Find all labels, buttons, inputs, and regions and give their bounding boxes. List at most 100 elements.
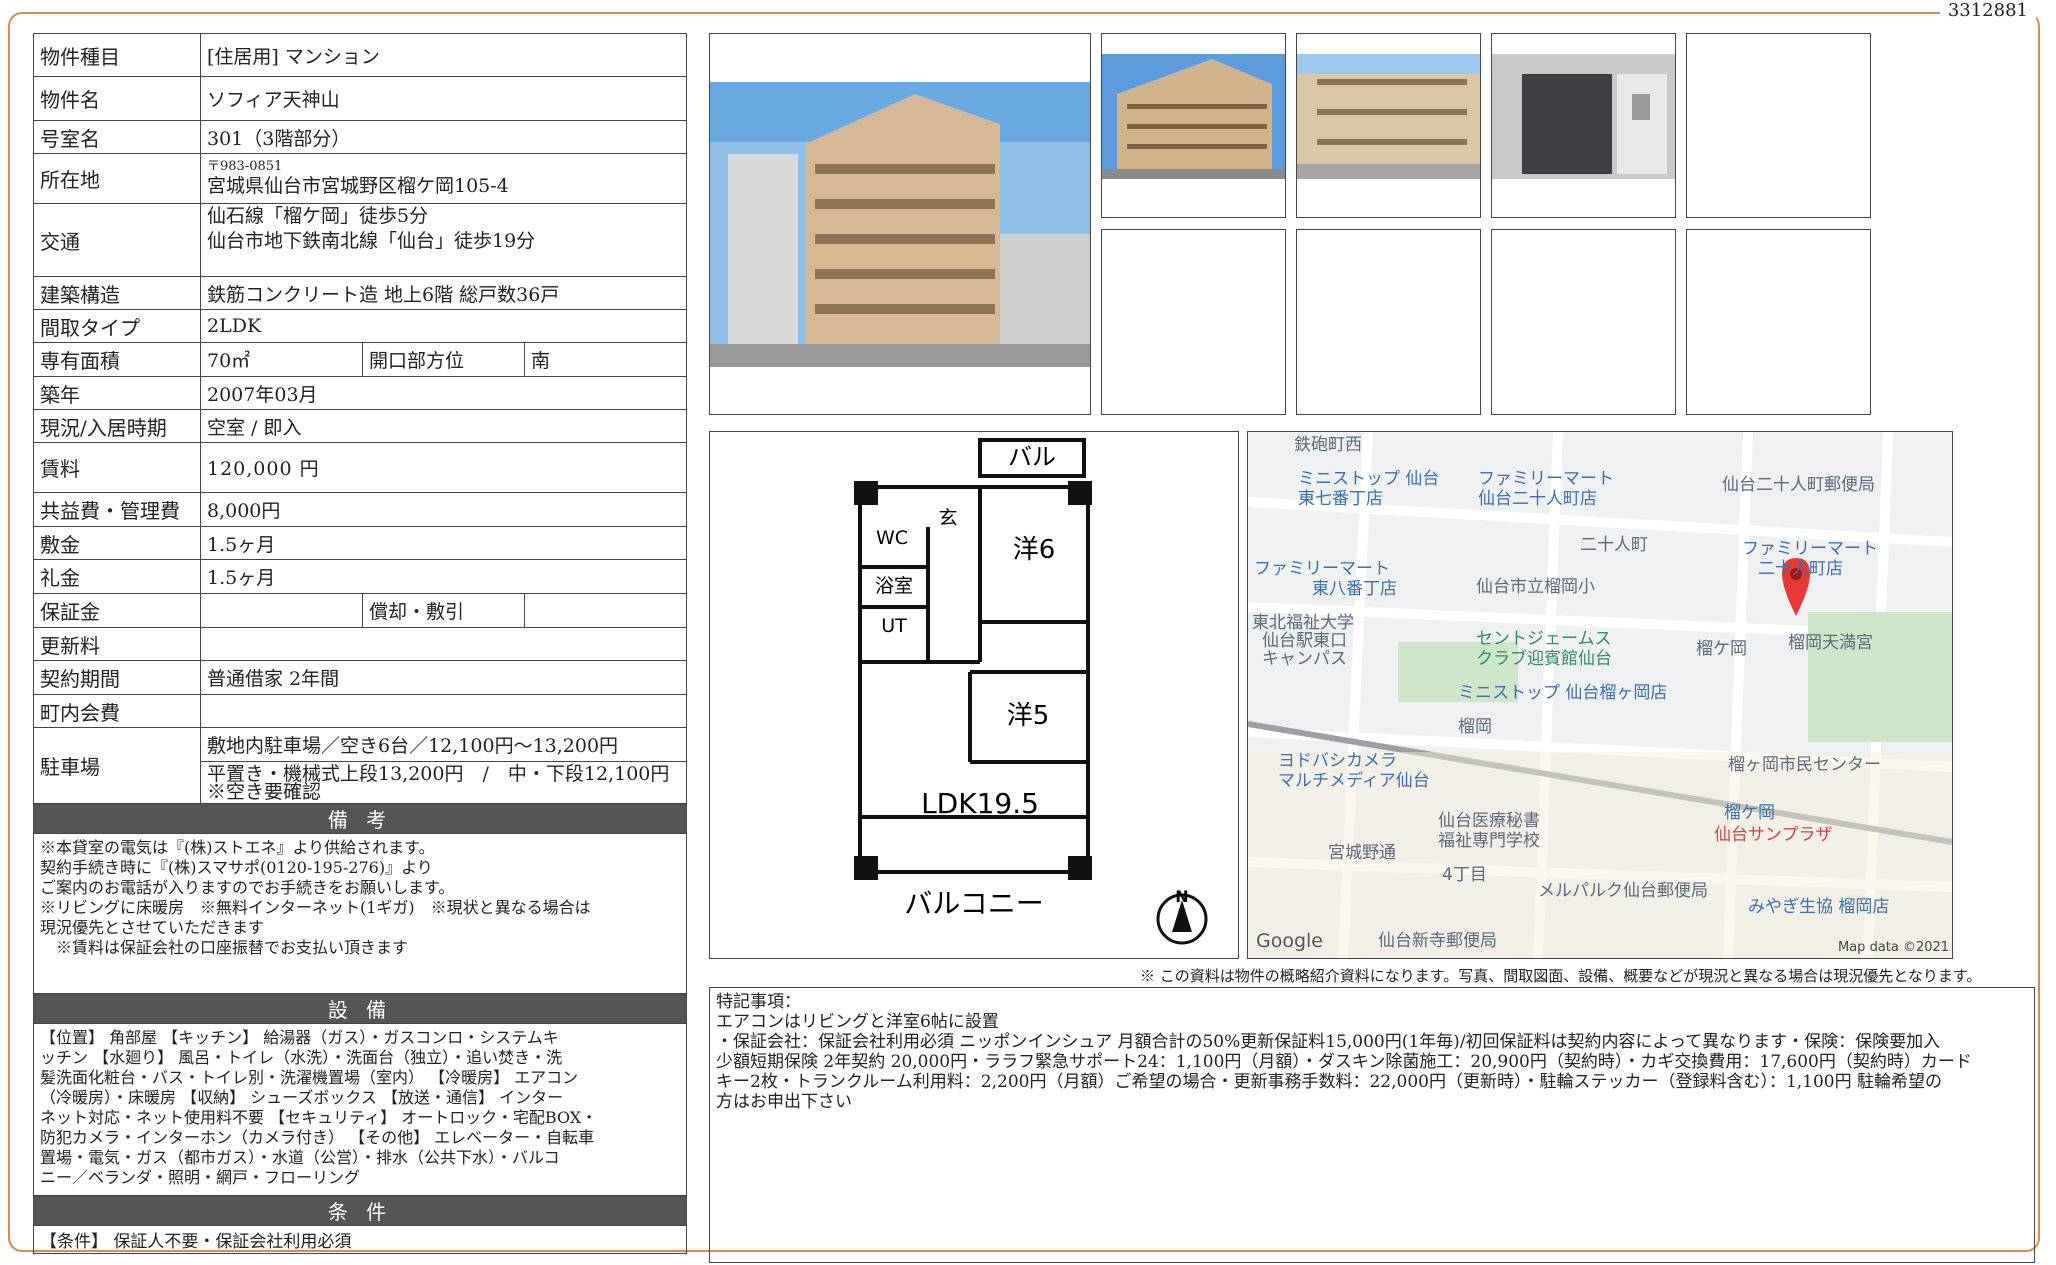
document-id: 3312881 [1939, 0, 2036, 21]
map-label: みやぎ生協 榴岡店 [1748, 897, 1890, 917]
ut-label: UT [881, 615, 907, 637]
photo-slot-empty [1296, 229, 1481, 415]
renewal-label: 更新料 [33, 627, 201, 661]
conditions-heading: 条 件 [33, 1195, 687, 1226]
photo-slot-empty [1101, 229, 1286, 415]
special-notes-line: キー2枚・トランクルーム利用料：2,200円（月額）ご希望の場合・更新事務手数料… [716, 1072, 1943, 1092]
map-label: 東八番丁店 [1312, 579, 1397, 599]
property-table: 物件種目 [住居用] マンション 物件名 ソフィア天神山 号室名 301（3階部… [33, 33, 687, 1254]
fee-label: 共益費・管理費 [33, 492, 201, 527]
type-value: [住居用] マンション [200, 33, 687, 77]
floor-plan: バル WC 玄 浴室 UT 洋6 洋5 LDK19.5 バルコニー N [709, 431, 1239, 959]
room-label: 号室名 [33, 120, 201, 154]
photo-slot-empty [1491, 229, 1676, 415]
access-label: 交通 [33, 203, 201, 277]
deposit-label: 敷金 [33, 526, 201, 560]
building-photo-main [710, 82, 1090, 367]
conditions-value: 【条件】 保証人不要・保証会社利用必須 [33, 1225, 687, 1254]
bath-label: 浴室 [875, 575, 913, 597]
remarks-heading: 備 考 [33, 803, 687, 834]
built-label: 築年 [33, 376, 201, 410]
location-map[interactable]: 鉄砲町西 ミニストップ 仙台 東七番丁店 ファミリーマート 仙台二十人町店 仙台… [1247, 431, 1953, 959]
area-value: 70㎡ [200, 342, 363, 377]
direction-label: 開口部方位 [362, 342, 525, 377]
map-label: 宮城野通 [1328, 843, 1396, 863]
entrance-label: 玄 [938, 507, 957, 529]
photo-slot-empty [1686, 33, 1871, 218]
facilities-line: （冷暖房）・床暖房 【収納】 シューズボックス 【放送・通信】 インター [40, 1088, 564, 1107]
map-label: 榴岡天満宮 [1788, 633, 1873, 653]
amortization-value [524, 593, 687, 628]
map-label: 仙台新寺郵便局 [1378, 931, 1497, 951]
map-google-logo: Google [1256, 930, 1324, 952]
fee-value: 8,000円 [200, 492, 687, 527]
map-label: 鉄砲町西 [1294, 435, 1362, 455]
map-label: 仙台二十人町郵便局 [1722, 475, 1875, 495]
direction-value: 南 [524, 342, 687, 377]
postal-code: 〒983-0851 [207, 158, 283, 174]
photo-thumb-3[interactable] [1491, 33, 1676, 218]
room-value: 301（3階部分） [200, 120, 687, 154]
map-label: 福祉専門学校 [1438, 831, 1540, 851]
remarks-line: ご案内のお電話が入りますのでお手続きをお願いします。 [40, 878, 455, 897]
community-fee-label: 町内会費 [33, 694, 201, 728]
special-notes-line: 方はお申出下さい [716, 1092, 852, 1112]
community-fee-value [200, 694, 687, 728]
floor-plan-drawing: バル WC 玄 浴室 UT 洋6 洋5 LDK19.5 バルコニー N [854, 438, 1208, 945]
built-value: 2007年03月 [200, 376, 687, 410]
rent-label: 賃料 [33, 442, 201, 493]
remarks-line: ※賃料は保証会社の口座振替でお支払い頂きます [40, 938, 409, 957]
address-label: 所在地 [33, 153, 201, 204]
map-label: マルチメディア仙台 [1278, 771, 1430, 791]
area-label: 専有面積 [33, 342, 201, 377]
photo-slot-empty [1686, 229, 1871, 415]
status-value: 空室 / 即入 [200, 409, 687, 443]
remarks-line: 契約手続き時に『(株)スマサポ(0120-195-276)』より [40, 858, 433, 877]
remarks-line: ※リビングに床暖房 ※無料インターネット(1ギガ) ※現状と異なる場合は [40, 898, 591, 917]
status-label: 現況/入居時期 [33, 409, 201, 443]
map-label: 東七番丁店 [1298, 489, 1383, 509]
map-label: 仙台二十人町店 [1478, 489, 1597, 509]
structure-value: 鉄筋コンクリート造 地上6階 総戸数36戸 [200, 276, 687, 310]
map-label: 4丁目 [1442, 865, 1487, 885]
parking-label: 駐車場 [33, 727, 201, 804]
special-notes-line: 特記事項： [716, 992, 801, 1012]
rent-value: 120,000 円 [200, 442, 687, 493]
map-label: クラブ迎賓館仙台 [1476, 649, 1612, 669]
layout-value: 2LDK [200, 309, 687, 343]
address-cell: 〒983-0851 宮城県仙台市宮城野区榴ケ岡105-4 [200, 153, 687, 204]
guarantee-label: 保証金 [33, 593, 201, 628]
map-label: ミニストップ 仙台榴ヶ岡店 [1458, 683, 1668, 703]
amortization-label: 償却・敷引 [362, 593, 525, 628]
facilities-line: 【位置】 角部屋 【キッチン】 給湯器（ガス）・ガスコンロ・システムキ [40, 1028, 559, 1047]
facilities-line: ニー／ベランダ・照明・網戸・フローリング [40, 1168, 361, 1187]
remarks-line: ※本貸室の電気は『(株)ストエネ』より供給されます。 [40, 838, 435, 857]
access-line-1: 仙石線「榴ケ岡」徒歩5分 [207, 205, 429, 227]
facilities-heading: 設 備 [33, 993, 687, 1024]
map-label: 仙台市立榴岡小 [1476, 577, 1595, 597]
building-photo-thumb [1297, 54, 1480, 179]
facilities-line: 防犯カメラ・インターホン（カメラ付き） 【その他】 エレベーター・自転車 [40, 1128, 595, 1147]
special-notes: 特記事項： エアコンはリビングと洋室6帖に設置 ・保証会社：保証会社利用必須 ニ… [709, 987, 2035, 1263]
remarks-line: 現況優先とさせていただきます [40, 918, 265, 937]
renewal-value [200, 627, 687, 661]
layout-label: 間取タイプ [33, 309, 201, 343]
deposit-value: 1.5ヶ月 [200, 526, 687, 560]
photo-thumb-1[interactable] [1101, 33, 1286, 218]
ldk-label: LDK19.5 [921, 787, 1039, 820]
photo-thumb-2[interactable] [1296, 33, 1481, 218]
key-money-value: 1.5ヶ月 [200, 559, 687, 594]
map-label: キャンパス [1262, 649, 1347, 669]
map-label: 二十人町店 [1758, 559, 1843, 579]
special-notes-line: エアコンはリビングと洋室6帖に設置 [716, 1012, 999, 1032]
contract-label: 契約期間 [33, 660, 201, 695]
facilities-line: ッチン 【水廻り】 風呂・トイレ（水洗）・洗面台（独立）・追い焚き・洗 [40, 1048, 563, 1067]
type-label: 物件種目 [33, 33, 201, 77]
guarantee-value [200, 593, 363, 628]
balcony-top-label: バル [1008, 443, 1056, 471]
name-label: 物件名 [33, 76, 201, 121]
access-line-2: 仙台市地下鉄南北線「仙台」徒歩19分 [207, 230, 536, 252]
structure-label: 建築構造 [33, 276, 201, 310]
building-photo-thumb [1102, 54, 1285, 179]
wc-label: WC [876, 527, 908, 549]
